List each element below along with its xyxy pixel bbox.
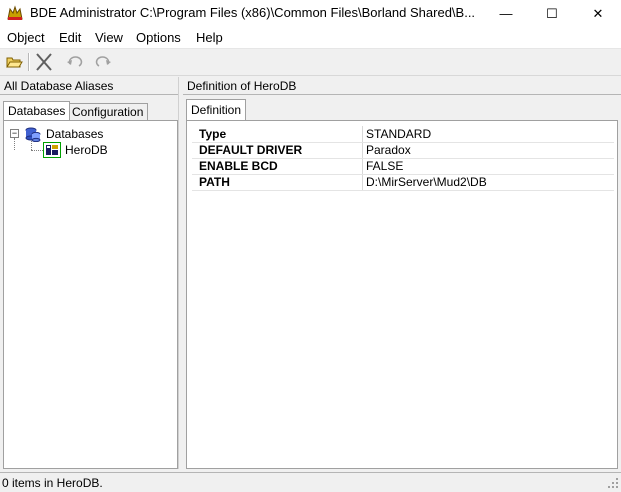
collapse-expander[interactable]: −	[10, 129, 19, 138]
tree-item-databases[interactable]: Databases	[46, 127, 103, 141]
delete-icon	[36, 53, 52, 71]
title-bar: BDE Administrator C:\Program Files (x86)…	[0, 0, 621, 27]
left-panel-header: All Database Aliases	[0, 77, 178, 95]
status-text: 0 items in HeroDB.	[2, 476, 103, 490]
toolbar	[0, 49, 621, 76]
undo-icon	[67, 56, 83, 67]
redo-button[interactable]	[92, 52, 114, 72]
menu-edit[interactable]: Edit	[59, 30, 81, 45]
row-name: PATH	[199, 175, 230, 189]
pane-splitter[interactable]	[178, 77, 183, 469]
tree-connector	[14, 138, 15, 150]
close-button[interactable]: ✕	[575, 0, 621, 27]
menu-object[interactable]: Object	[7, 30, 45, 45]
status-bar: 0 items in HeroDB.	[0, 472, 621, 491]
menu-bar: Object Edit View Options Help	[0, 27, 621, 49]
database-alias-icon	[43, 142, 61, 158]
row-value[interactable]: Paradox	[366, 143, 411, 157]
tree-connector	[31, 150, 43, 151]
table-row[interactable]: ENABLE BCD FALSE	[192, 158, 614, 175]
delete-button[interactable]	[33, 52, 55, 72]
tab-databases[interactable]: Databases	[3, 101, 71, 120]
alias-tree-pane	[3, 120, 178, 469]
row-value[interactable]: FALSE	[366, 159, 403, 173]
toolbar-separator	[28, 53, 30, 71]
open-folder-button[interactable]	[3, 52, 25, 72]
tree-item-herodb[interactable]: HeroDB	[65, 143, 108, 157]
row-name: DEFAULT DRIVER	[199, 143, 303, 157]
bde-app-icon	[7, 5, 23, 20]
tab-definition[interactable]: Definition	[186, 99, 247, 120]
table-row[interactable]: PATH D:\MirServer\Mud2\DB	[192, 174, 614, 191]
open-folder-icon	[6, 57, 23, 68]
redo-icon	[95, 56, 111, 67]
minimize-button[interactable]: —	[483, 0, 529, 27]
databases-icon	[25, 127, 41, 142]
right-panel-header: Definition of HeroDB	[183, 77, 621, 95]
row-name: ENABLE BCD	[199, 159, 278, 173]
menu-view[interactable]: View	[95, 30, 123, 45]
maximize-button[interactable]: ☐	[529, 0, 575, 27]
tab-configuration[interactable]: Configuration	[67, 103, 149, 120]
table-row[interactable]: DEFAULT DRIVER Paradox	[192, 142, 614, 159]
window-title: BDE Administrator C:\Program Files (x86)…	[30, 5, 476, 20]
resize-grip-icon[interactable]	[607, 477, 619, 489]
menu-options[interactable]: Options	[136, 30, 181, 45]
undo-button[interactable]	[64, 52, 86, 72]
menu-help[interactable]: Help	[196, 30, 223, 45]
row-value[interactable]: D:\MirServer\Mud2\DB	[366, 175, 487, 189]
row-name: Type	[199, 127, 227, 141]
table-row[interactable]: Type STANDARD	[192, 126, 614, 143]
row-value[interactable]: STANDARD	[366, 127, 431, 141]
